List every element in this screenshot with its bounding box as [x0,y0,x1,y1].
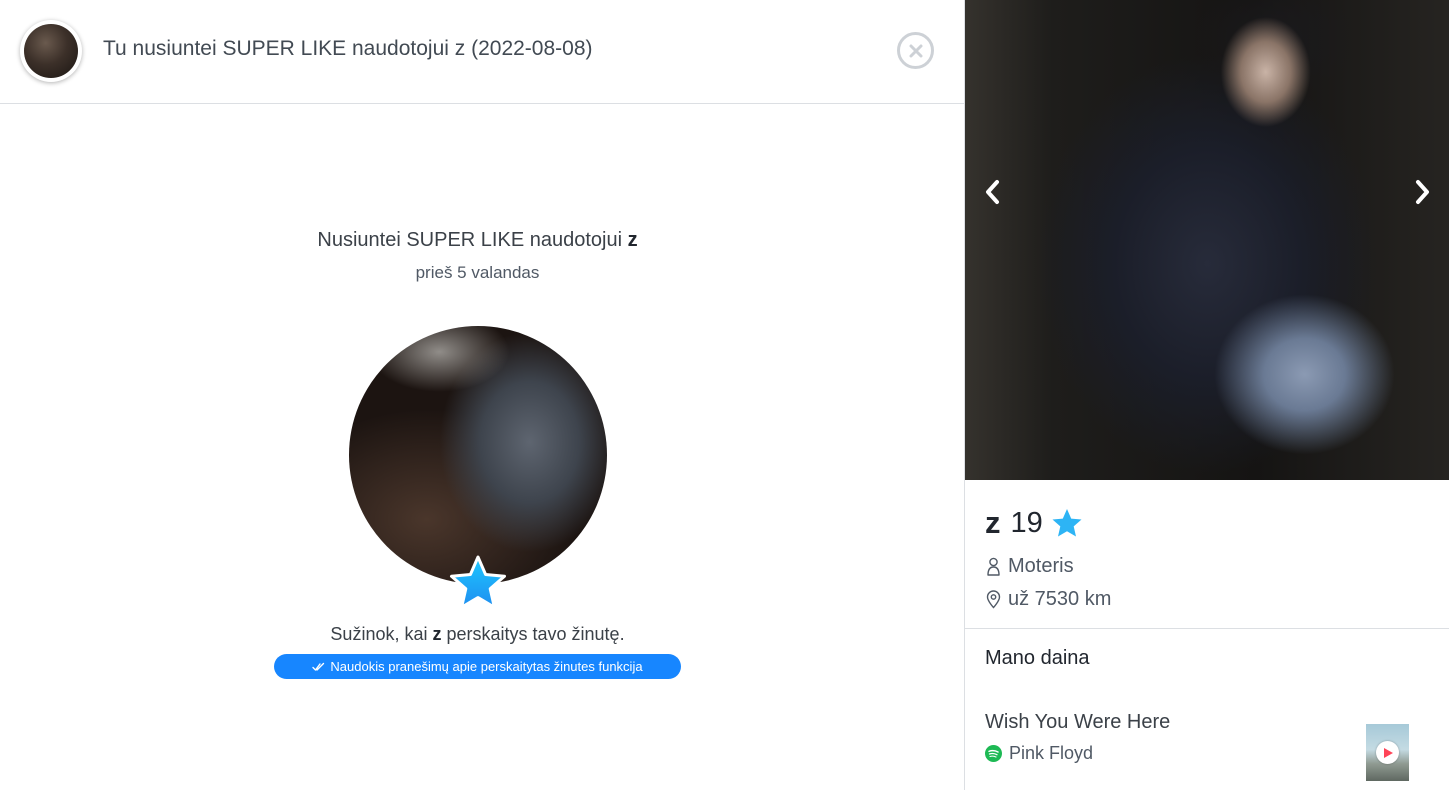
header: Tu nusiuntei SUPER LIKE naudotojui z (20… [0,0,964,104]
gender-text: Moteris [1008,555,1074,577]
profile-name: z [985,505,1001,540]
read-receipts-button[interactable]: Naudokis pranešimų apie perskaitytas žin… [274,654,681,679]
read-suffix: perskaitys tavo žinutę. [441,624,625,644]
double-check-icon [312,662,325,671]
anthem-heading: Mano daina [985,647,1090,669]
profile-name-row: z 19 [985,505,1083,541]
play-button[interactable] [1376,741,1399,764]
superlike-detail-pane: Tu nusiuntei SUPER LIKE naudotojui z (20… [0,0,964,790]
chevron-right-icon [1416,180,1429,204]
distance-row: už 7530 km [985,588,1111,611]
artist-name: Pink Floyd [1009,743,1094,763]
prev-photo-button[interactable] [977,175,1007,209]
next-photo-button[interactable] [1408,175,1438,209]
superlike-title-text: Nusiuntei SUPER LIKE naudotojui [317,229,628,251]
superlike-target-name: z [627,229,638,251]
avatar-image [24,24,78,78]
spotify-icon [985,745,1002,762]
header-avatar[interactable] [20,20,82,82]
superlike-title: Nusiuntei SUPER LIKE naudotojui z [0,229,955,252]
read-receipt-text: Sužinok, kai z perskaitys tavo žinutę. [0,624,955,645]
match-photo [349,326,607,584]
chevron-left-icon [986,180,999,204]
superlike-star-icon [450,555,506,609]
profile-pane: z 19 Moteris už 7530 km Mano daina Wish … [964,0,1449,790]
play-icon [1384,747,1393,758]
divider [965,628,1449,629]
album-art-play-button[interactable] [1366,724,1409,781]
close-icon [909,44,922,57]
location-pin-icon [986,590,1001,609]
profile-photo[interactable] [965,0,1449,480]
gender-row: Moteris [985,555,1074,578]
superlike-star-icon [1052,509,1082,537]
song-title: Wish You Were Here [985,711,1171,733]
person-icon [987,557,1000,576]
artist-row: Pink Floyd [985,743,1093,764]
page-title: Tu nusiuntei SUPER LIKE naudotojui z (20… [103,37,593,60]
close-button[interactable] [897,32,934,69]
read-receipts-label: Naudokis pranešimų apie perskaitytas žin… [330,659,643,674]
profile-age: 19 [1010,506,1043,539]
distance-text: už 7530 km [1008,588,1112,610]
superlike-time: prieš 5 valandas [415,263,540,282]
read-prefix: Sužinok, kai [330,624,433,644]
